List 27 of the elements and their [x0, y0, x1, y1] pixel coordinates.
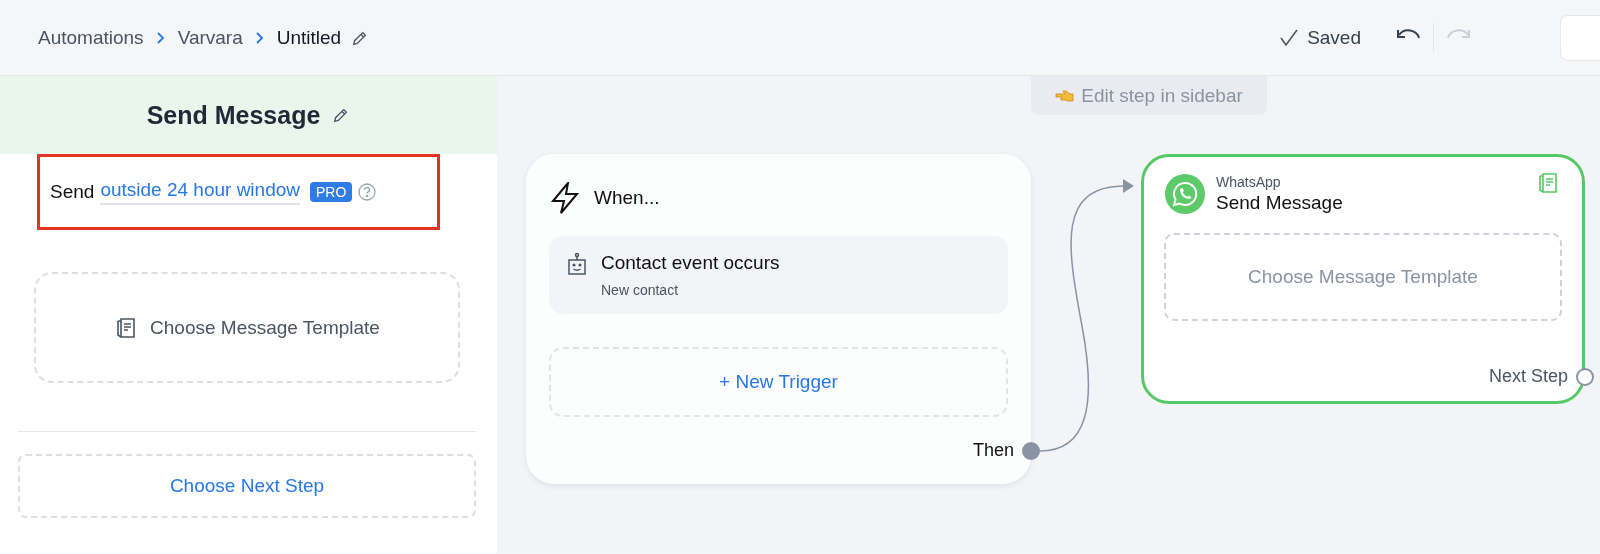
trigger-title: When... [594, 187, 660, 209]
action-title: Send Message [1216, 192, 1343, 214]
help-icon[interactable] [358, 183, 377, 201]
event-title: Contact event occurs [601, 252, 780, 274]
pointing-hand-icon [1055, 88, 1076, 103]
send-label: Send [50, 181, 95, 203]
chat-phone-icon [1164, 173, 1206, 215]
breadcrumb-item[interactable]: Automations [38, 26, 144, 49]
new-trigger-button[interactable]: + New Trigger [549, 347, 1008, 417]
event-subtitle: New contact [601, 282, 680, 298]
saved-status: Saved [1307, 26, 1361, 49]
choose-next-step-button[interactable]: Choose Next Step [18, 454, 476, 518]
channel-label: WhatsApp [1216, 174, 1282, 190]
choose-template-button[interactable]: Choose Message Template [34, 272, 460, 383]
breadcrumb-item: Untitled [276, 26, 342, 49]
trigger-event-card[interactable]: Contact event occurs New contact [549, 236, 1008, 314]
pro-badge: PRO [310, 182, 353, 202]
breadcrumb-item[interactable]: Varvara [177, 26, 243, 49]
output-label: Then [972, 440, 1014, 461]
send-window-link[interactable]: outside 24 hour window [100, 179, 300, 205]
template-icon [1536, 171, 1560, 195]
lightning-icon [550, 182, 580, 214]
robot-icon [567, 252, 587, 276]
hint-banner: Edit step in sidebar [1031, 76, 1267, 115]
check-icon [1279, 27, 1300, 48]
sidebar-title: Send Message [146, 100, 321, 130]
output-label: Next Step [1488, 366, 1568, 387]
